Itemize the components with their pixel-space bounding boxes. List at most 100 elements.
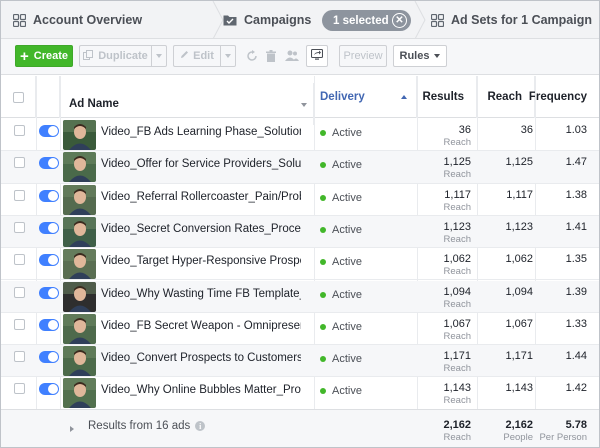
ad-name-link[interactable]: Video_Offer for Service Providers_Soluti… [101,158,301,170]
ad-name-link[interactable]: Video_Secret Conversion Rates_Process/Me… [101,223,301,235]
tab-ad-sets[interactable]: Ad Sets for 1 Campaign [431,1,599,39]
ad-name-link[interactable]: Video_Convert Prospects to Customers_Sol… [101,352,301,364]
footer-frequency-value: 5.78 [565,419,587,431]
delivery-status: Active [320,127,362,139]
delivery-status-label: Active [332,127,362,139]
expand-arrow-icon[interactable] [70,426,74,432]
ad-status-toggle[interactable] [39,351,59,364]
table-row[interactable]: Video_FB Ads Learning Phase_Solution/app… [1,119,599,152]
row-checkbox[interactable] [14,383,25,395]
ad-thumbnail[interactable] [63,313,96,344]
row-checkbox[interactable] [14,221,25,233]
clear-selection-icon[interactable]: ✕ [392,13,407,28]
edit-button[interactable]: Edit [173,45,220,67]
table-row[interactable]: Video_Offer for Service Providers_Soluti… [1,151,599,184]
ad-status-toggle[interactable] [39,189,59,202]
table-row[interactable]: Video_Why Online Bubbles Matter_Process/… [1,377,599,410]
reach-value: 1,125 [505,156,533,169]
ad-name-link[interactable]: Video_Why Wasting Time FB Template_Pain/… [101,288,301,300]
delivery-status-label: Active [332,353,362,366]
results-value: 1,143 [443,382,471,395]
delivery-status: Active [320,353,362,365]
tab-ad-sets-label: Ad Sets for 1 Campaign [451,13,592,27]
column-header-results[interactable]: Results [417,76,477,118]
tab-account-overview[interactable]: Account Overview [13,1,213,39]
column-header-reach[interactable]: Reach [477,76,535,118]
ad-thumbnail[interactable] [63,184,96,215]
table-row[interactable]: Video_Referral Rollercoaster_Pain/Proble… [1,184,599,216]
delivery-status: Active [320,385,362,397]
edit-dropdown-button[interactable] [220,45,236,67]
share-button[interactable] [306,45,328,67]
select-all-checkbox[interactable] [12,91,24,103]
ad-name-link[interactable]: Video_Target Hyper-Responsive Prospects_… [101,255,301,267]
active-status-dot-icon [320,162,326,169]
delivery-status-label: Active [332,288,362,301]
ad-thumbnail[interactable] [63,249,96,280]
tab-account-label: Account Overview [33,13,143,27]
edit-label: Edit [193,50,214,62]
footer-results-sub: Reach [443,432,471,443]
delivery-status: Active [320,289,362,301]
ad-status-toggle[interactable] [39,125,59,137]
reach-value: 1,143 [505,382,533,395]
row-checkbox[interactable] [14,189,25,201]
ad-thumbnail[interactable] [63,281,96,312]
duplicate-dropdown-button[interactable] [151,45,167,67]
refresh-icon[interactable] [243,47,261,65]
frequency-value: 1.41 [565,220,587,233]
ad-name-link[interactable]: Video_FB Ads Learning Phase_Solution/app… [101,126,301,138]
column-header-delivery[interactable]: Delivery [314,76,417,118]
ad-thumbnail[interactable] [63,216,96,247]
row-checkbox[interactable] [14,286,25,298]
ad-status-toggle[interactable] [39,318,59,331]
ad-status-toggle[interactable] [39,157,59,170]
ad-name-link[interactable]: Video_Referral Rollercoaster_Pain/Proble… [101,191,301,203]
ad-status-toggle[interactable] [39,383,59,396]
ad-name-link[interactable]: Video_Why Online Bubbles Matter_Process/… [101,384,301,396]
column-header-frequency[interactable]: Frequency [529,76,599,118]
table-row[interactable]: Video_Why Wasting Time FB Template_Pain/… [1,280,599,313]
column-header-reach-label: Reach [487,91,522,103]
tab-campaigns[interactable]: Campaigns [223,1,323,39]
ad-status-toggle[interactable] [39,254,59,267]
row-checkbox[interactable] [14,157,25,169]
results-sub-label: Reach [443,233,471,245]
row-checkbox[interactable] [14,125,25,136]
ad-name-link[interactable]: Video_FB Secret Weapon - Omnipresence_Pr… [101,320,301,332]
ad-thumbnail[interactable] [63,120,96,150]
ad-thumbnail[interactable] [63,346,96,377]
reach-value: 1,171 [505,350,533,363]
table-row[interactable]: Video_FB Secret Weapon - Omnipresence_Pr… [1,313,599,346]
row-checkbox[interactable] [14,351,25,363]
duplicate-button[interactable]: Duplicate [79,45,151,67]
results-value: 1,067 [443,317,471,330]
plus-icon: + [19,47,29,65]
reach-value: 1,062 [505,253,533,266]
ad-status-toggle[interactable] [39,221,59,234]
share-icon [310,48,324,63]
table-row[interactable]: Video_Convert Prospects to Customers_Sol… [1,345,599,378]
table-row[interactable]: Video_Target Hyper-Responsive Prospects_… [1,248,599,281]
chevron-down-icon [225,54,231,58]
row-checkbox[interactable] [14,254,25,266]
column-header-delivery-label: Delivery [320,91,365,103]
table-row[interactable]: Video_Secret Conversion Rates_Process/Me… [1,215,599,249]
ad-thumbnail[interactable] [63,152,96,183]
audience-icon[interactable] [283,47,301,65]
column-header-frequency-label: Frequency [528,91,587,103]
create-button[interactable]: + Create [15,45,73,67]
frequency-value: 1.03 [565,124,587,136]
preview-button[interactable]: Preview [339,45,387,67]
active-status-dot-icon [320,356,326,363]
results-sub-label: Reach [443,137,471,148]
delivery-status: Active [320,224,362,236]
footer-summary: Results from 16 ads i [88,420,206,432]
ad-thumbnail[interactable] [63,378,96,409]
info-icon[interactable]: i [195,421,206,431]
rules-button[interactable]: Rules [393,45,447,67]
column-header-results-label: Results [422,91,464,103]
row-checkbox[interactable] [14,318,25,330]
trash-icon[interactable] [262,47,280,65]
ad-status-toggle[interactable] [39,286,59,299]
